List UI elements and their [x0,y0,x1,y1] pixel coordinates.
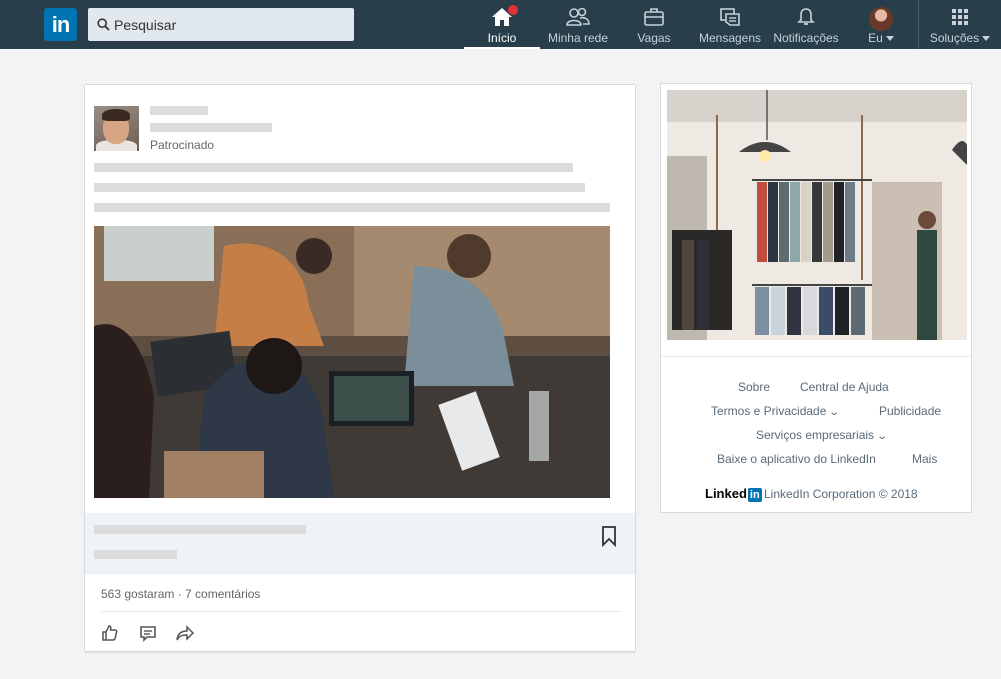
post-text-placeholder [94,163,573,172]
network-icon [566,7,590,26]
divider [661,356,971,357]
footer-link-business-services[interactable]: Serviços empresariais ⌄ [756,428,889,442]
search-icon [97,18,110,31]
footer-link-get-app[interactable]: Baixe o aplicativo do LinkedIn [717,452,876,466]
chevron-down-icon: ⌄ [828,407,841,418]
bell-icon [797,8,815,25]
like-icon[interactable] [100,623,120,643]
nav-item-messaging[interactable]: Mensagens [692,0,768,49]
search-box[interactable] [88,8,354,41]
copyright-text: LinkedIn Corporation © 2018 [764,487,918,501]
nav-label-jobs: Vagas [637,31,671,45]
share-icon[interactable] [175,623,195,643]
nav-item-me[interactable]: Eu [844,0,918,49]
bookmark-icon[interactable] [601,525,617,547]
nav-item-network[interactable]: Minha rede [540,0,616,49]
link-source-placeholder [94,550,177,559]
profile-avatar [869,7,893,31]
linkedin-logo[interactable]: in [44,8,77,41]
nav-label-home: Início [487,31,517,45]
footer-link-help-center[interactable]: Central de Ajuda [800,380,889,394]
footer-link-advertising[interactable]: Publicidade [879,404,941,418]
coworking-photo [94,226,610,498]
nav-label-network: Minha rede [547,31,609,45]
messaging-icon [720,8,740,26]
briefcase-icon [644,8,664,26]
nav-item-home[interactable]: Início [464,0,540,49]
footer-link-terms-privacy[interactable]: Termos e Privacidade ⌄ [711,404,841,418]
nav-label-notifications: Notificações [773,31,839,45]
footer-link-about[interactable]: Sobre [738,380,770,394]
nav-label-me: Eu [844,31,918,45]
post-image[interactable] [94,226,610,498]
divider [101,611,621,612]
linkedin-wordmark: Linked in [705,486,762,502]
grid-icon [952,9,968,25]
link-title-placeholder [94,525,306,534]
search-input[interactable] [114,8,350,41]
nav-label-solutions: Soluções [919,31,1001,45]
active-indicator [464,47,540,49]
social-counts[interactable]: 563 gostaram · 7 comentários [101,587,260,601]
link-preview[interactable] [85,513,635,574]
author-name-placeholder [150,106,208,115]
clothing-store-photo [667,90,967,340]
right-rail-card: Sobre Central de Ajuda Termos e Privacid… [660,83,972,513]
chevron-down-icon: ⌄ [876,431,889,442]
sponsored-label: Patrocinado [150,138,215,152]
caret-down-icon [982,36,991,42]
nav-label-messaging: Mensagens [698,31,762,45]
post-text-placeholder [94,183,585,192]
comment-icon[interactable] [138,623,158,643]
nav-item-jobs[interactable]: Vagas [616,0,692,49]
caret-down-icon [885,36,894,42]
sponsored-post-card: Patrocinado 563 gostaram · 7 comentários [84,84,636,652]
notification-badge [507,4,519,16]
top-navigation-bar: in Início Minha rede Vagas [0,0,1001,49]
footer-link-more[interactable]: Mais [912,452,937,466]
author-avatar[interactable] [94,106,139,151]
advertisement-image[interactable] [667,90,967,340]
post-text-placeholder [94,203,610,212]
author-headline-placeholder [150,123,272,132]
nav-item-notifications[interactable]: Notificações [768,0,844,49]
nav-item-solutions[interactable]: Soluções [919,0,1001,49]
